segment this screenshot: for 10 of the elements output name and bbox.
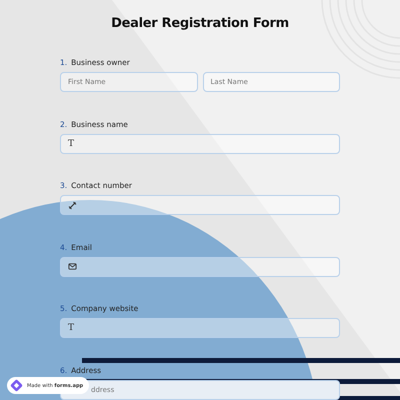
input-field[interactable]: T (60, 318, 340, 338)
form-title: Dealer Registration Form (110, 16, 290, 31)
input-field[interactable]: T (60, 134, 340, 154)
text-icon: T (68, 323, 74, 333)
input-field[interactable] (60, 195, 340, 215)
link-icon (68, 200, 77, 210)
text-icon: T (68, 138, 74, 148)
input-field[interactable] (60, 256, 340, 276)
envelope-icon (68, 262, 77, 271)
logo-icon (10, 379, 23, 392)
